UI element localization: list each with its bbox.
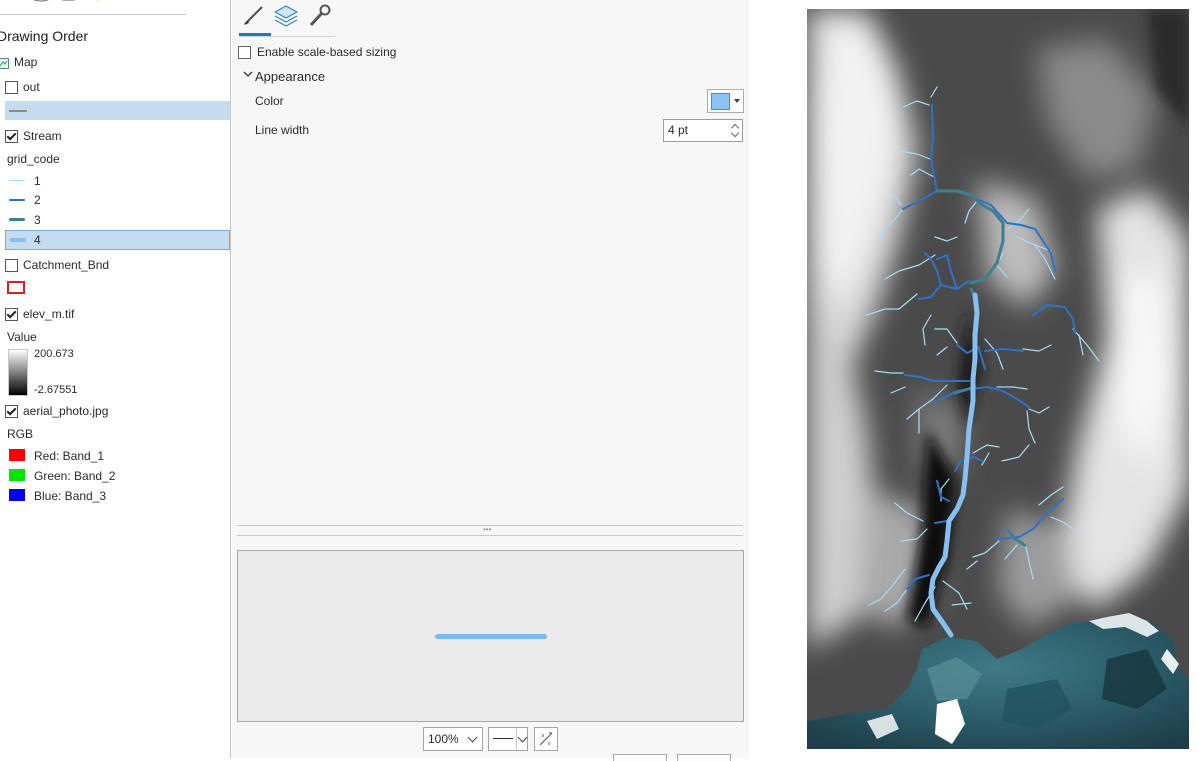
linewidth-label: Line width	[255, 123, 310, 137]
linewidth-spinner[interactable]: 4 pt	[663, 119, 743, 142]
appearance-chevron-down-icon[interactable]	[243, 67, 253, 84]
stream-class-3-label: 3	[34, 213, 41, 227]
layer-out-symbol-row[interactable]	[5, 101, 230, 120]
color-dropdown-arrow-icon	[734, 99, 740, 103]
list-by-labeling-icon[interactable]	[160, 0, 174, 6]
stream-class-4-symbol	[10, 238, 26, 242]
line-style-icon	[493, 738, 513, 739]
wrench-icon[interactable]	[306, 2, 332, 30]
list-by-selection-icon[interactable]	[62, 0, 76, 6]
stream-class-3[interactable]: 3	[0, 210, 230, 230]
elev-max-value: 200.673	[34, 348, 74, 360]
catchment-symbol	[7, 281, 25, 294]
preview-background-select[interactable]	[488, 727, 528, 751]
layer-stream-label: Stream	[23, 129, 62, 143]
color-swatch	[711, 93, 730, 110]
band-blue-swatch	[9, 489, 25, 501]
drawing-order-title: Drawing Order	[0, 28, 89, 44]
color-picker-button[interactable]	[707, 89, 744, 113]
elev-min-value: -2.67551	[34, 384, 78, 396]
band-green-label: Green: Band_2	[34, 469, 116, 483]
symbology-pane: Enable scale-based sizing Appearance Col…	[230, 0, 750, 761]
paintbrush-icon[interactable]	[241, 2, 267, 30]
scale-sizing-checkbox[interactable]	[238, 46, 251, 59]
band-blue[interactable]: Blue: Band_3	[0, 486, 230, 506]
layer-out-checkbox[interactable]	[5, 81, 18, 94]
layer-elev-label: elev_m.tif	[23, 307, 75, 321]
stream-field-label: grid_code	[7, 152, 60, 166]
layer-aerial-label: aerial_photo.jpg	[23, 404, 109, 418]
list-by-source-icon[interactable]	[30, 0, 49, 6]
stream-class-2-label: 2	[34, 193, 41, 207]
stream-class-1-label: 1	[34, 174, 41, 188]
stream-class-2-symbol	[9, 199, 25, 201]
preview-scale-toggle-button[interactable]	[534, 727, 558, 751]
elev-color-ramp[interactable]	[8, 349, 28, 396]
layer-stream[interactable]: Stream	[0, 126, 230, 146]
catchment-symbol-row[interactable]	[0, 279, 40, 299]
layer-elev-checkbox[interactable]	[5, 308, 18, 321]
layer-aerial-checkbox[interactable]	[5, 405, 18, 418]
layer-out-label: out	[23, 80, 40, 94]
tab-separator	[239, 36, 335, 37]
band-blue-label: Blue: Band_3	[34, 489, 107, 503]
band-red[interactable]: Red: Band_1	[0, 446, 230, 466]
band-red-label: Red: Band_1	[34, 449, 105, 463]
stream-class-4-label: 4	[34, 233, 41, 247]
layers-icon[interactable]	[273, 2, 299, 30]
stream-class-1[interactable]: 1	[0, 171, 230, 191]
linewidth-value: 4 pt	[668, 123, 689, 137]
scale-toggle-icon	[539, 732, 553, 746]
spin-down-icon[interactable]	[730, 128, 740, 138]
band-red-swatch	[9, 449, 25, 461]
list-by-snapping-icon[interactable]	[136, 0, 150, 6]
map-label: Map	[14, 55, 38, 69]
pane-splitter[interactable]: •••	[237, 525, 743, 536]
stream-class-3-symbol	[9, 218, 25, 221]
zoom-value: 100%	[428, 732, 459, 746]
map-icon	[0, 56, 10, 76]
line-dropdown-arrow-icon	[517, 732, 528, 743]
map-item[interactable]: Map	[0, 52, 230, 72]
aerial-rgb-label: RGB	[7, 427, 34, 441]
layer-catchment-label: Catchment_Bnd	[23, 258, 110, 272]
contents-pane: Drawing Order Map out Stream grid_code 1…	[0, 0, 230, 758]
zoom-dropdown-arrow-icon	[467, 732, 478, 743]
stream-class-4[interactable]: 4	[5, 230, 230, 250]
layer-catchment-checkbox[interactable]	[5, 259, 18, 272]
preview-zoom-select[interactable]: 100%	[423, 727, 483, 751]
symbol-preview	[237, 550, 744, 722]
band-green-swatch	[9, 469, 25, 481]
map-view[interactable]	[749, 0, 1199, 758]
splitter-grip-icon: •••	[483, 525, 492, 534]
layer-out-symbol	[9, 110, 27, 112]
stream-class-1-symbol	[9, 180, 25, 181]
list-by-drawing-order-icon[interactable]	[0, 0, 14, 6]
band-green[interactable]: Green: Band_2	[0, 466, 230, 486]
preview-line	[435, 634, 547, 639]
scale-sizing-label: Enable scale-based sizing	[257, 45, 397, 59]
color-label: Color	[255, 94, 284, 108]
appearance-header[interactable]: Appearance	[255, 69, 325, 84]
list-by-editing-icon[interactable]	[96, 0, 110, 6]
elev-value-label: Value	[7, 330, 37, 344]
layer-stream-checkbox[interactable]	[5, 130, 18, 143]
layer-elev[interactable]: elev_m.tif	[0, 304, 230, 324]
layer-catchment[interactable]: Catchment_Bnd	[0, 255, 230, 275]
map-canvas[interactable]	[807, 9, 1189, 749]
layer-aerial[interactable]: aerial_photo.jpg	[0, 401, 230, 421]
layer-out[interactable]: out	[0, 77, 230, 97]
contents-toolbar	[0, 0, 186, 15]
stream-class-2[interactable]: 2	[0, 190, 230, 210]
dropdown-divider	[516, 728, 517, 750]
